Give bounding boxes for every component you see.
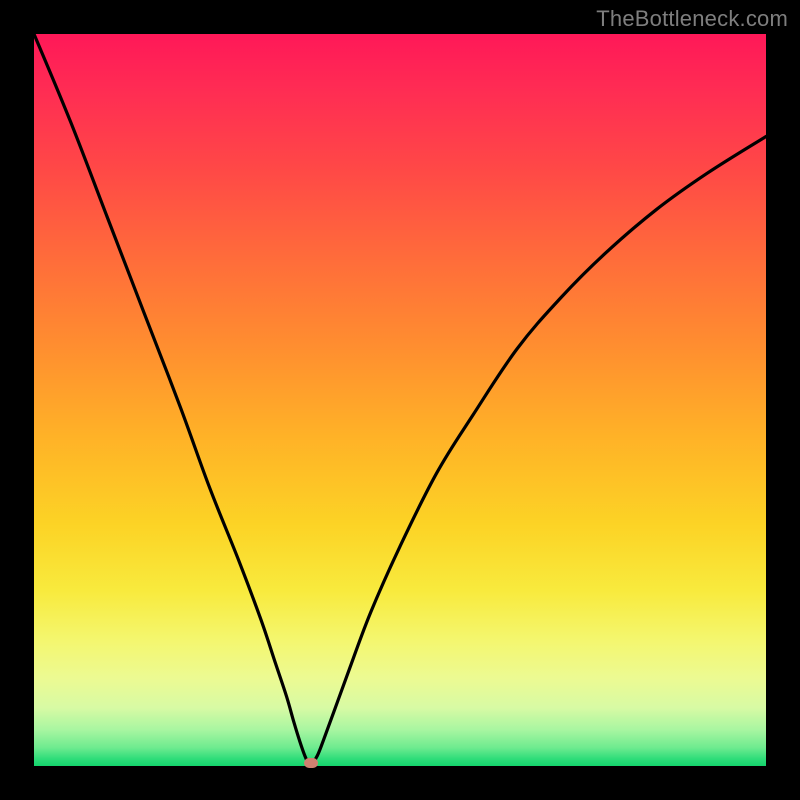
minimum-marker — [304, 758, 318, 768]
bottleneck-curve-path — [34, 34, 766, 764]
plot-area — [34, 34, 766, 766]
chart-frame: TheBottleneck.com — [0, 0, 800, 800]
watermark-text: TheBottleneck.com — [596, 6, 788, 32]
curve-svg — [34, 34, 766, 766]
